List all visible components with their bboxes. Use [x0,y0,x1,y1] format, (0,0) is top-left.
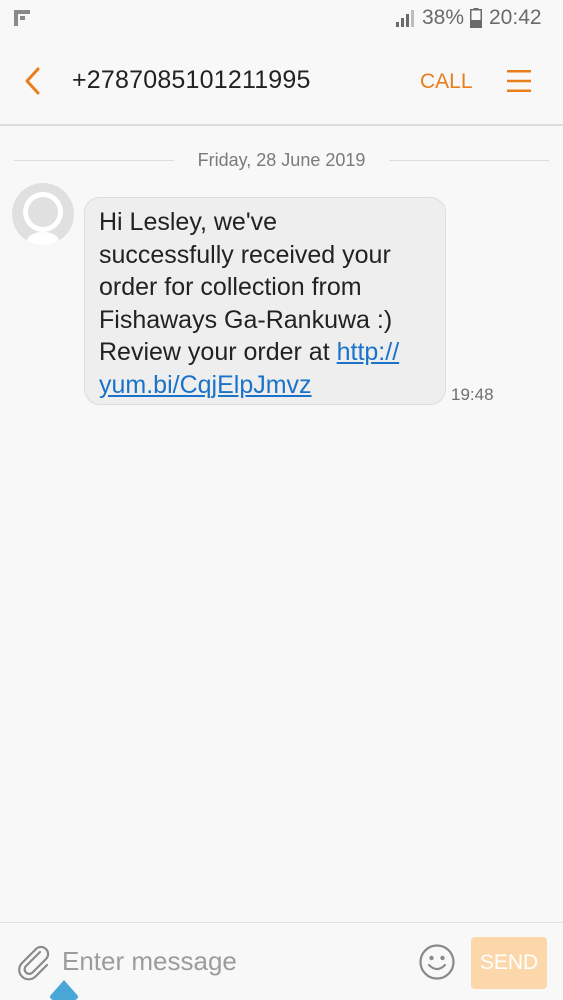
send-button[interactable]: SEND [471,937,547,989]
message-body: Hi Lesley, we've successfully received y… [99,206,431,401]
message-composer: SEND [0,922,563,1000]
call-button[interactable]: CALL [420,70,473,94]
message-timestamp: 19:48 [451,385,494,404]
message-line: Fishaways Ga-Rankuwa :) [99,305,393,334]
back-arrow-icon[interactable] [20,64,50,98]
cursor-handle-icon [50,980,78,1000]
person-icon [12,183,74,245]
message-line: Review your order at http:// [99,336,431,369]
battery-percentage: 38% [422,6,465,29]
contact-avatar[interactable] [12,183,74,245]
message-text: Review your order at [99,338,337,366]
message-line: Hi Lesley, we've [99,208,277,236]
status-clock: 20:42 [489,6,542,29]
contact-name: +2787085101211995 [72,66,311,94]
date-divider: Friday, 28 June 2019 [14,150,549,172]
conversation-header: +2787085101211995 CALL [0,36,563,126]
status-bar: 38% 20:42 [0,0,563,36]
messaging-screen: 38% 20:42 +2787085101211995 CALL Friday,… [0,0,563,1000]
message-line: order for collection from [99,273,362,301]
notification-icon [14,10,30,26]
menu-icon[interactable] [506,68,532,94]
message-input[interactable] [62,941,402,981]
emoji-icon[interactable] [418,943,456,981]
message-link[interactable]: yum.bi/CqjElpJmvz [99,371,312,399]
signal-icon [396,10,414,27]
message-line: successfully received your [99,240,391,269]
attach-icon[interactable] [16,943,52,981]
divider-line [389,160,549,161]
message-bubble[interactable]: Hi Lesley, we've successfully received y… [84,197,446,405]
battery-icon [470,8,482,28]
message-line: yum.bi/CqjElpJmvz [99,369,431,402]
message-link[interactable]: http:// [337,338,400,366]
